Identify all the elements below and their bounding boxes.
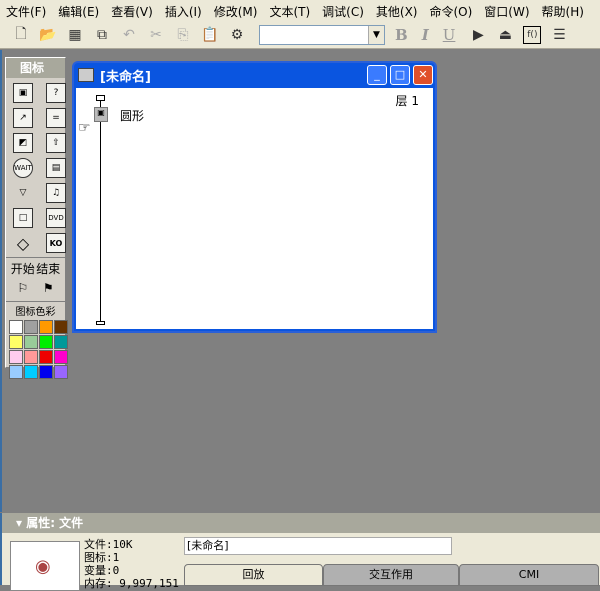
color-swatch[interactable] [24,320,38,334]
icon-count: 图标:1 [84,551,120,564]
color-swatch[interactable] [9,335,23,349]
color-swatch[interactable] [24,350,38,364]
menu-bar: 文件(F) 编辑(E) 查看(V) 插入(I) 修改(M) 文本(T) 调试(C… [0,0,600,22]
control-panel-icon[interactable]: ⏏ [496,26,514,44]
flowline [100,98,101,322]
copy-icon[interactable]: ⎘ [174,26,192,44]
color-swatch[interactable] [9,365,23,379]
italic-button[interactable]: I [422,26,429,44]
menu-modify[interactable]: 修改(M) [214,3,258,20]
flowline-canvas[interactable]: ▣ 圆形 ☞ 层 1 [76,88,433,329]
sound-icon[interactable]: ♫ [46,183,66,203]
tab-interaction[interactable]: 交互作用 [323,564,459,586]
design-window: [未命名] _ □ ✕ ▣ 圆形 ☞ 层 1 [72,61,437,333]
start-label: 开始 [10,262,35,276]
file-size: 文件:10K [84,538,133,551]
chevron-down-icon[interactable]: ▼ [368,26,384,44]
minimize-button[interactable]: _ [367,65,387,85]
color-swatch[interactable] [54,320,68,334]
display-icon[interactable]: ▣ [94,107,108,122]
icon-label[interactable]: 圆形 [120,107,144,124]
color-swatch[interactable] [24,335,38,349]
color-swatch[interactable] [39,335,53,349]
menu-edit[interactable]: 编辑(E) [58,3,99,20]
undo-icon[interactable]: ↶ [120,26,138,44]
properties-title[interactable]: ▾ 属性: 文件 [2,513,600,533]
menu-help[interactable]: 帮助(H) [542,3,584,20]
color-swatch[interactable] [54,350,68,364]
properties-panel: ▾ 属性: 文件 ◉ 文件:10K 图标:1 变量:0 内存: 9,997,15… [0,513,600,591]
functions-icon[interactable]: f() [523,26,542,44]
color-swatch[interactable] [39,365,53,379]
decision-icon[interactable]: ? [46,83,66,103]
paste-hand-icon: ☞ [78,120,91,136]
open-file-icon[interactable]: 📂 [39,26,57,44]
file-preview: ◉ [10,541,80,591]
menu-insert[interactable]: 插入(I) [165,3,202,20]
window-title: [未命名] [100,69,151,85]
file-icon: ◉ [35,556,51,577]
menu-other[interactable]: 其他(X) [376,3,418,20]
memory-info: 内存: 9,997,151 [84,577,179,590]
motion-icon[interactable]: ↗ [13,108,33,128]
icon-color-label: 图标色彩 [6,301,65,318]
menu-command[interactable]: 命令(O) [429,3,472,20]
find-icon[interactable]: ⚙ [228,26,246,44]
icon-palette: 图标 ▣ ? ↗ = ◩ ⇧ WAIT ▤ ▽ ♫ □ DVD ◇ KO 开始结… [5,57,68,379]
flags-row: ⚐ ⚑ [6,279,65,297]
end-label: 结束 [36,262,61,276]
color-swatch[interactable] [24,365,38,379]
knowledge-object-icon[interactable]: KO [46,233,66,253]
new-file-icon[interactable]: 🗋 [12,26,30,44]
paste-icon[interactable]: 📋 [201,26,219,44]
palette-title: 图标 [6,58,65,78]
tab-playback[interactable]: 回放 [184,564,323,586]
interaction-icon[interactable]: ▽ [13,183,33,203]
color-swatch[interactable] [39,350,53,364]
tab-cmi[interactable]: CMI [459,564,599,586]
save-all-icon[interactable]: ▦ [66,26,84,44]
import-icon[interactable]: ⧉ [93,26,111,44]
flowline-end-icon [96,321,105,325]
display-icon[interactable]: ▣ [13,83,33,103]
color-swatch[interactable] [54,335,68,349]
calculation-icon[interactable]: = [46,108,66,128]
menu-view[interactable]: 查看(V) [111,3,153,20]
flags-label: 开始 结束 [6,257,65,279]
properties-title-text: 属性: 文件 [26,516,84,530]
underline-button[interactable]: U [443,26,456,44]
dvd-icon[interactable]: DVD [46,208,66,228]
menu-window[interactable]: 窗口(W) [484,3,529,20]
cut-icon[interactable]: ✂ [147,26,165,44]
maximize-button[interactable]: □ [390,65,410,85]
wait-icon[interactable]: WAIT [13,158,33,178]
color-swatch[interactable] [39,320,53,334]
variables-icon[interactable]: ☰ [550,26,568,44]
digital-movie-icon[interactable]: ▤ [46,158,66,178]
run-icon[interactable]: ▶ [469,26,487,44]
menu-file[interactable]: 文件(F) [6,3,46,20]
color-swatches [6,318,68,381]
framework-icon[interactable]: □ [13,208,33,228]
file-name-input[interactable]: [未命名] [184,537,452,555]
color-swatch[interactable] [9,320,23,334]
window-icon [78,68,94,82]
menu-debug[interactable]: 调试(C) [322,3,364,20]
end-flag-icon[interactable]: ⚑ [43,281,54,295]
variable-count: 变量:0 [84,564,120,577]
menu-text[interactable]: 文本(T) [269,3,310,20]
navigate-icon[interactable]: ⇧ [46,133,66,153]
close-button[interactable]: ✕ [413,65,433,85]
map-icon[interactable]: ◇ [13,233,33,253]
text-style-select[interactable]: ▼ [259,25,385,45]
toolbar: 🗋 📂 ▦ ⧉ ↶ ✂ ⎘ 📋 ⚙ ▼ B I U ▶ ⏏ f() ☰ [0,22,600,49]
color-swatch[interactable] [9,350,23,364]
erase-icon[interactable]: ◩ [13,133,33,153]
bold-button[interactable]: B [395,26,408,44]
color-swatch[interactable] [54,365,68,379]
file-info: 文件:10K 图标:1 变量:0 内存: 9,997,151 [84,538,179,590]
start-flag-icon[interactable]: ⚐ [17,281,28,295]
flowline-start-icon [96,95,105,101]
level-label: 层 1 [395,94,419,108]
